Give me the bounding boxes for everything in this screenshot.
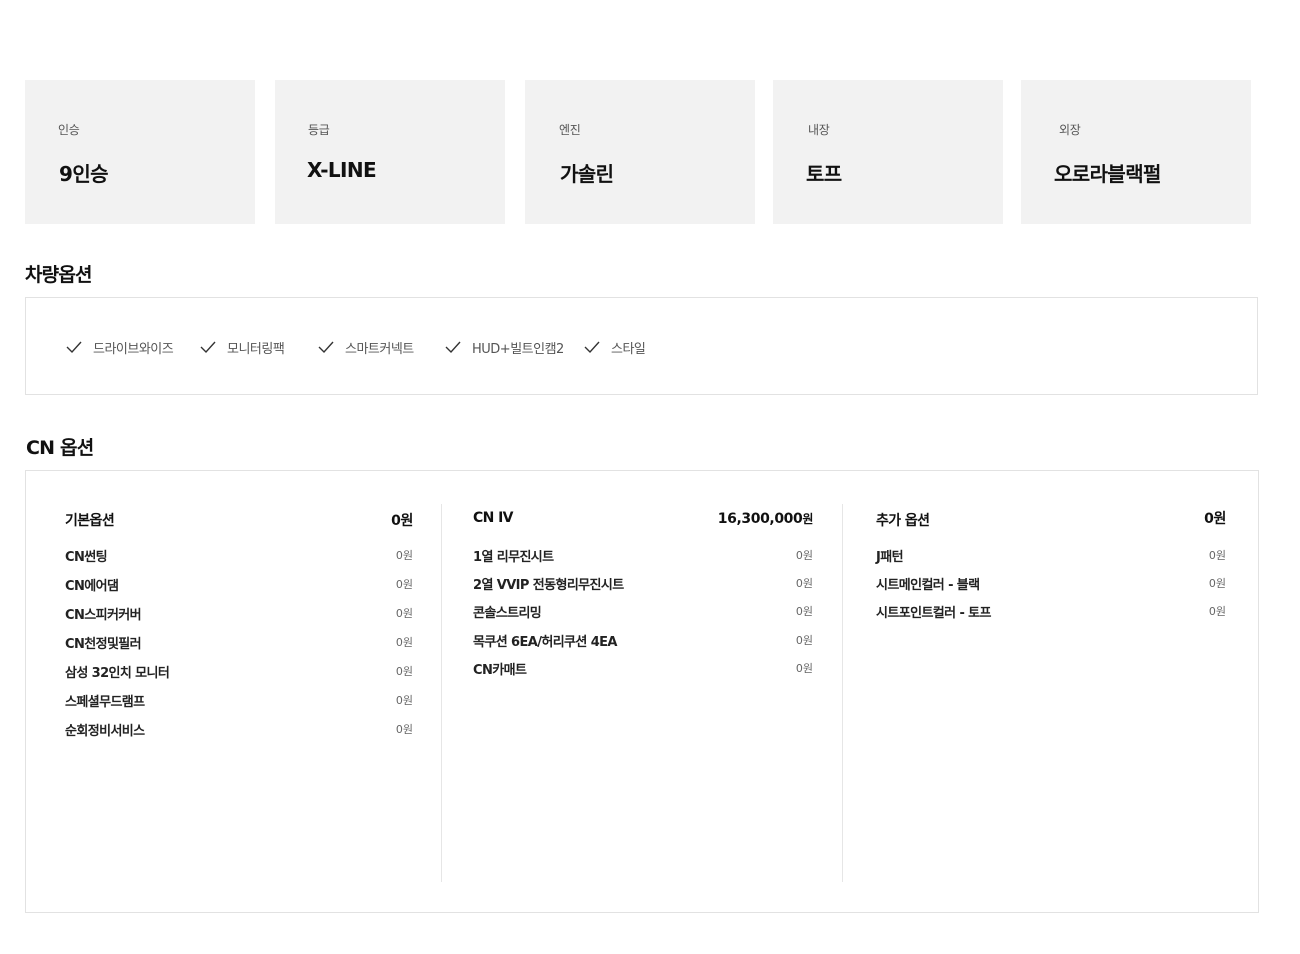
total-amount: 16,300,000 [717, 511, 803, 527]
list-item: CN천정및필러 0원 [65, 633, 413, 652]
list-item: 시트메인컬러 - 블랙 0원 [876, 574, 1226, 593]
spec-label: 인승 [58, 123, 80, 137]
item-name: CN천정및필러 [65, 637, 142, 652]
cn-column-basic: 기본옵션 0원 CN썬팅 0원 CN에어댐 0원 CN스피커커버 0원 CN천정… [65, 471, 413, 912]
cn-column-additional: 추가 옵션 0원 J패턴 0원 시트메인컬러 - 블랙 0원 시트포인트컬러 -… [876, 471, 1226, 912]
spec-card-engine: 엔진 가솔린 [525, 80, 755, 224]
check-icon [66, 341, 82, 354]
option-item: 모니터링팩 [200, 338, 285, 357]
item-price: 0원 [395, 723, 413, 736]
column-header: 추가 옵션 0원 [876, 509, 1226, 529]
column-divider [441, 504, 442, 882]
option-item: HUD+빌트인캠2 [445, 338, 564, 357]
item-price: 0원 [795, 605, 813, 618]
total-unit: 원 [802, 512, 813, 526]
spec-card-interior: 내장 토프 [773, 80, 1003, 224]
check-icon [318, 341, 334, 354]
item-name: 시트메인컬러 - 블랙 [876, 578, 980, 593]
item-name: 스페셜무드램프 [65, 695, 145, 710]
check-icon [584, 341, 600, 354]
list-item: CN에어댐 0원 [65, 575, 413, 594]
item-name: 2열 VVIP 전동형리무진시트 [473, 578, 624, 593]
item-name: CN썬팅 [65, 550, 108, 565]
item-price: 0원 [395, 665, 413, 678]
item-price: 0원 [1208, 577, 1226, 590]
item-name: 콘솔스트리밍 [473, 606, 542, 621]
item-price: 0원 [795, 577, 813, 590]
list-item: 목쿠션 6EA/허리쿠션 4EA 0원 [473, 631, 813, 650]
column-title: 추가 옵션 [876, 513, 930, 529]
list-item: CN카매트 0원 [473, 659, 813, 678]
cn-column-cn-iv: CN IV 16,300,000원 1열 리무진시트 0원 2열 VVIP 전동… [473, 471, 813, 912]
list-item: 시트포인트컬러 - 토프 0원 [876, 602, 1226, 621]
list-item: CN썬팅 0원 [65, 546, 413, 565]
spec-value: 가솔린 [560, 162, 614, 186]
option-label: 스마트커넥트 [345, 341, 414, 357]
vehicle-options-title: 차량옵션 [25, 264, 93, 286]
option-label: 모니터링팩 [227, 341, 285, 357]
spec-value: 9인승 [59, 162, 109, 186]
vehicle-quote-page: 인승 9인승 등급 X-LINE 엔진 가솔린 내장 토프 외장 오로라블랙펄 … [0, 0, 1300, 954]
spec-card-trim: 등급 X-LINE [275, 80, 505, 224]
option-label: 드라이브와이즈 [93, 341, 174, 357]
item-name: 1열 리무진시트 [473, 550, 554, 565]
item-name: 시트포인트컬러 - 토프 [876, 606, 991, 621]
list-item: J패턴 0원 [876, 546, 1226, 565]
option-item: 드라이브와이즈 [66, 338, 174, 357]
item-price: 0원 [395, 578, 413, 591]
column-title: 기본옵션 [65, 513, 115, 529]
option-item: 스마트커넥트 [318, 338, 414, 357]
cn-options-box: 기본옵션 0원 CN썬팅 0원 CN에어댐 0원 CN스피커커버 0원 CN천정… [25, 470, 1259, 913]
spec-label: 외장 [1059, 123, 1081, 137]
list-item: 스페셜무드램프 0원 [65, 691, 413, 710]
item-price: 0원 [1208, 605, 1226, 618]
list-item: 순회정비서비스 0원 [65, 720, 413, 739]
option-item: 스타일 [584, 338, 646, 357]
item-name: 목쿠션 6EA/허리쿠션 4EA [473, 635, 618, 650]
check-icon [200, 341, 216, 354]
item-name: 순회정비서비스 [65, 724, 145, 739]
list-item: 콘솔스트리밍 0원 [473, 602, 813, 621]
item-name: J패턴 [876, 550, 904, 565]
check-icon [445, 341, 461, 354]
item-price: 0원 [395, 607, 413, 620]
item-price: 0원 [395, 549, 413, 562]
item-name: CN스피커커버 [65, 608, 142, 623]
list-item: 삼성 32인치 모니터 0원 [65, 662, 413, 681]
spec-value: 오로라블랙펄 [1054, 162, 1161, 186]
spec-label: 등급 [308, 123, 330, 137]
column-total: 16,300,000원 [717, 510, 814, 527]
item-price: 0원 [1208, 549, 1226, 562]
cn-options-title: CN 옵션 [26, 437, 94, 459]
column-total: 0원 [1204, 511, 1226, 527]
item-name: 삼성 32인치 모니터 [65, 666, 170, 681]
list-item: 2열 VVIP 전동형리무진시트 0원 [473, 574, 813, 593]
item-price: 0원 [395, 694, 413, 707]
spec-label: 엔진 [559, 123, 581, 137]
item-price: 0원 [795, 634, 813, 647]
column-title: CN IV [473, 510, 514, 526]
item-name: CN카매트 [473, 663, 527, 678]
item-name: CN에어댐 [65, 579, 119, 594]
spec-value: X-LINE [307, 158, 377, 182]
column-header: 기본옵션 0원 [65, 509, 413, 529]
column-divider [842, 504, 843, 882]
spec-card-exterior: 외장 오로라블랙펄 [1021, 80, 1251, 224]
spec-value: 토프 [806, 162, 842, 186]
option-label: 스타일 [611, 341, 646, 357]
spec-card-seats: 인승 9인승 [25, 80, 255, 224]
list-item: 1열 리무진시트 0원 [473, 546, 813, 565]
item-price: 0원 [795, 549, 813, 562]
column-header: CN IV 16,300,000원 [473, 509, 813, 529]
item-price: 0원 [795, 662, 813, 675]
option-label: HUD+빌트인캠2 [472, 341, 564, 357]
list-item: CN스피커커버 0원 [65, 604, 413, 623]
item-price: 0원 [395, 636, 413, 649]
vehicle-options-box: 드라이브와이즈 모니터링팩 스마트커넥트 HUD+빌트인캠2 스타일 [25, 297, 1258, 395]
column-total: 0원 [391, 513, 413, 529]
spec-label: 내장 [808, 123, 830, 137]
